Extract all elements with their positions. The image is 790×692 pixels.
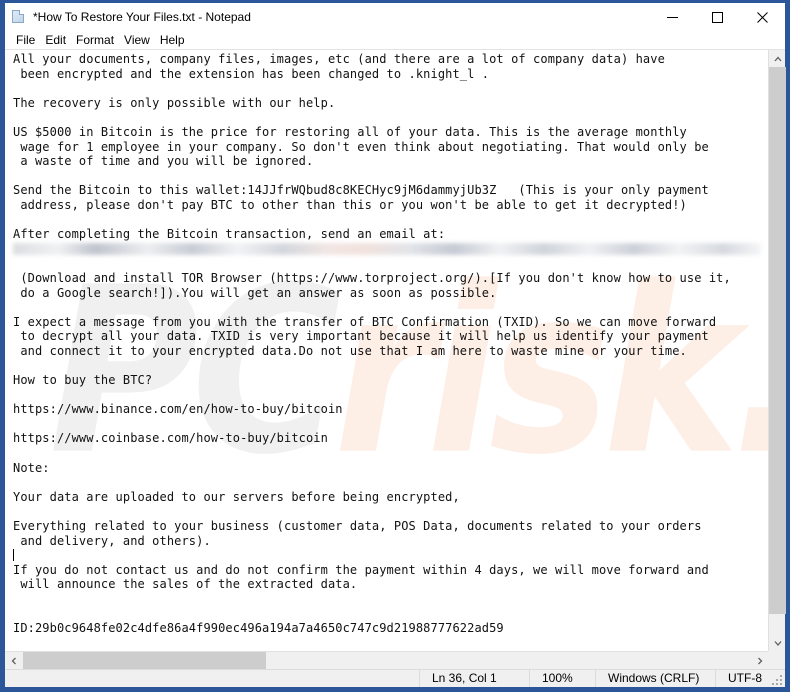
text-line [13, 607, 768, 622]
menu-item-view[interactable]: View [119, 31, 155, 49]
text-line: Note: [13, 460, 50, 475]
text-editor[interactable]: PCrisk.com All your documents, company f… [5, 50, 768, 651]
notepad-document-icon [11, 9, 27, 25]
close-icon [757, 11, 768, 23]
text-line [13, 256, 768, 271]
text-line [13, 81, 768, 96]
chevron-down-icon [774, 640, 781, 646]
text-line [13, 475, 768, 490]
text-line: https://www.coinbase.com/how-to-buy/bitc… [13, 431, 328, 446]
resize-grip-icon[interactable] [772, 675, 782, 685]
menu-item-format[interactable]: Format [71, 31, 119, 49]
text-line: ID:29b0c9648fe02c4dfe86a4f990ec496a194a7… [13, 621, 504, 636]
vertical-scrollbar[interactable] [768, 50, 786, 651]
chevron-up-icon [774, 56, 781, 61]
text-line [13, 548, 768, 563]
text-line: If you do not contact us and do not conf… [13, 562, 709, 577]
minimize-icon [667, 16, 678, 18]
scrollbar-corner [768, 651, 785, 669]
redacted-email-line [13, 242, 768, 257]
text-line: wage for 1 employee in your company. So … [13, 139, 709, 154]
text-line: All your documents, company files, image… [13, 52, 665, 66]
menu-item-file[interactable]: File [11, 31, 40, 49]
close-button[interactable] [740, 3, 785, 31]
text-line: US $5000 in Bitcoin is the price for res… [13, 124, 687, 139]
scroll-left-button[interactable] [5, 652, 22, 669]
editor-area: PCrisk.com All your documents, company f… [5, 49, 786, 669]
text-line [13, 417, 768, 432]
text-line: address, please don't pay BTC to other t… [13, 197, 687, 212]
text-line [13, 388, 768, 403]
text-line: The recovery is only possible with our h… [13, 95, 336, 110]
text-line [13, 213, 768, 228]
horizontal-scroll-thumb[interactable] [23, 652, 266, 669]
text-line: After completing the Bitcoin transaction… [13, 227, 446, 242]
text-line: (Download and install TOR Browser (https… [13, 270, 731, 285]
text-line: to decrypt all your data. TXID is very i… [13, 329, 709, 344]
scroll-down-button[interactable] [769, 634, 786, 651]
chevron-right-icon [757, 657, 762, 664]
text-caret [13, 549, 14, 562]
minimize-button[interactable] [650, 3, 695, 31]
text-line: do a Google search!]).You will get an an… [13, 285, 497, 300]
scroll-right-button[interactable] [751, 652, 768, 669]
text-line: How to buy the BTC? [13, 373, 153, 388]
title-bar[interactable]: *How To Restore Your Files.txt - Notepad [5, 3, 785, 31]
menu-bar: File Edit Format View Help [5, 31, 785, 49]
text-line [13, 358, 768, 373]
window-client-area: *How To Restore Your Files.txt - Notepad [5, 3, 786, 687]
horizontal-scrollbar[interactable] [5, 651, 768, 669]
text-line: Send the Bitcoin to this wallet:14JJfrWQ… [13, 183, 709, 198]
status-line-endings: Windows (CRLF) [595, 670, 715, 687]
menu-item-edit[interactable]: Edit [40, 31, 71, 49]
text-line: I expect a message from you with the tra… [13, 314, 717, 329]
ransom-note-text[interactable]: All your documents, company files, image… [5, 50, 768, 636]
text-line [13, 169, 768, 184]
text-line: Your data are uploaded to our servers be… [13, 489, 460, 504]
text-line [13, 110, 768, 125]
text-line: and connect it to your encrypted data.Do… [13, 343, 687, 358]
window-controls [650, 3, 785, 31]
window-title: *How To Restore Your Files.txt - Notepad [33, 10, 251, 24]
text-line [13, 300, 768, 315]
text-line: will announce the sales of the extracted… [13, 577, 358, 592]
text-line: and delivery, and others). [13, 533, 211, 548]
status-cursor-position: Ln 36, Col 1 [419, 670, 529, 687]
status-zoom-level[interactable]: 100% [529, 670, 595, 687]
text-line [13, 592, 768, 607]
text-line: been encrypted and the extension has bee… [13, 66, 490, 81]
text-line: a waste of time and you will be ignored. [13, 154, 314, 169]
text-line [13, 446, 768, 461]
redaction-blur [13, 242, 761, 255]
text-line: https://www.binance.com/en/how-to-buy/bi… [13, 402, 343, 417]
vertical-scroll-thumb[interactable] [769, 67, 786, 614]
scroll-up-button[interactable] [769, 50, 786, 67]
text-line [13, 504, 768, 519]
menu-item-help[interactable]: Help [155, 31, 190, 49]
status-bar: Ln 36, Col 1 100% Windows (CRLF) UTF-8 [5, 669, 785, 687]
maximize-button[interactable] [695, 3, 740, 31]
text-line: Everything related to your business (cus… [13, 519, 702, 533]
maximize-icon [712, 11, 723, 23]
notepad-window: *How To Restore Your Files.txt - Notepad [0, 0, 790, 692]
chevron-left-icon [11, 657, 16, 664]
